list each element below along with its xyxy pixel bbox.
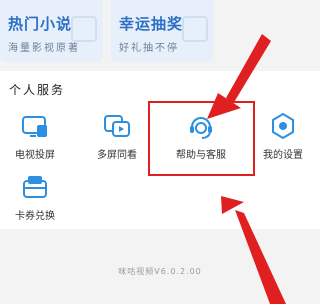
promo-card-lottery[interactable]: 幸运抽奖 好礼抽不停 — [111, 0, 214, 62]
tv-cast-icon — [22, 116, 47, 137]
app-version-text: 咪咕视频V6.0.2.00 — [118, 267, 202, 276]
coupon-wallet-icon — [23, 176, 47, 198]
promo-card-novels[interactable]: 热门小说 海量影视原著 — [0, 0, 103, 62]
service-label: 多屏同看 — [97, 150, 137, 161]
multi-screen-icon — [104, 115, 130, 137]
gift-icon — [182, 16, 208, 42]
service-settings[interactable]: 我的设置 — [251, 111, 315, 167]
settings-gear-icon — [272, 112, 294, 140]
promo-subtitle: 好礼抽不停 — [119, 43, 179, 54]
section-title: 个人服务 — [9, 83, 66, 97]
service-coupon-redeem[interactable]: 卡券兑换 — [3, 172, 67, 228]
service-label: 卡券兑换 — [15, 211, 55, 222]
highlight-box — [148, 101, 255, 176]
service-multi-screen[interactable]: 多屏同看 — [85, 111, 149, 167]
book-icon — [71, 16, 97, 42]
service-label: 我的设置 — [263, 150, 303, 161]
service-tv-cast[interactable]: 电视投屏 — [3, 111, 67, 167]
service-label: 电视投屏 — [15, 150, 55, 161]
promo-subtitle: 海量影视原著 — [8, 43, 80, 54]
promo-title: 热门小说 — [8, 15, 73, 33]
promo-title: 幸运抽奖 — [119, 15, 184, 33]
